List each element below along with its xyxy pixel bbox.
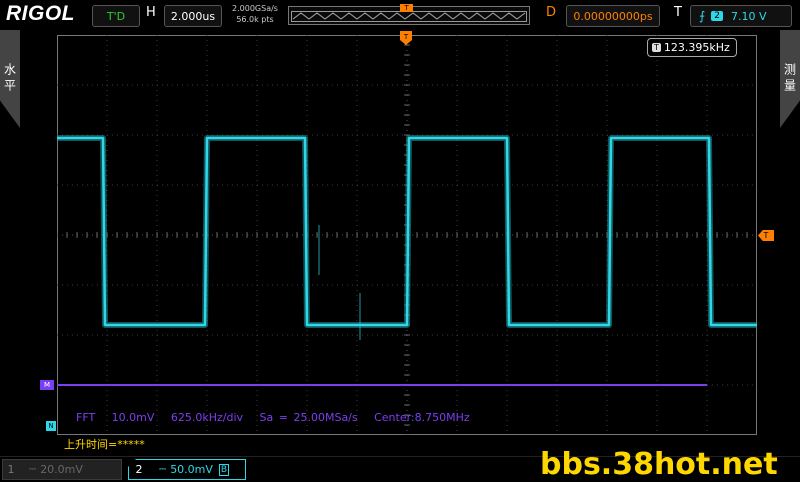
timebase-value[interactable]: 2.000us — [164, 5, 222, 27]
bandwidth-limit-icon: B — [218, 463, 230, 476]
trigger-position-marker[interactable]: T — [400, 31, 412, 45]
memory-trigger-marker: T — [400, 4, 413, 12]
rigol-logo: RIGOL — [6, 2, 75, 25]
channel2-number: 2 — [135, 463, 143, 476]
channel2-tab[interactable]: 2 ⎓ 50.0mV B — [128, 459, 246, 480]
channel1-scale: 20.0mV — [40, 463, 83, 476]
sample-rate: 2.000GSa/s — [232, 4, 278, 13]
frequency-value: 123.395kHz — [663, 41, 730, 54]
frequency-measurement: T 123.395kHz — [647, 38, 737, 57]
top-status-bar: RIGOL T'D H 2.000us 2.000GSa/s 56.0k pts… — [0, 0, 800, 30]
memory-depth: 56.0k pts — [236, 15, 274, 24]
forum-watermark: bbs.38hot.net — [540, 447, 778, 482]
delay-value[interactable]: 0.00000000ps — [566, 5, 660, 27]
measure-menu-tab[interactable]: 测量 — [780, 30, 800, 128]
memory-view-window[interactable] — [291, 11, 527, 22]
horizontal-menu-tab[interactable]: 水平 — [0, 30, 20, 128]
dc-coupling-icon: ⎓ — [159, 464, 167, 475]
memory-overview-strip[interactable]: T — [288, 4, 530, 25]
channel-offset-marker[interactable]: N — [46, 421, 56, 431]
fft-math-info: FFT 10.0mV 625.0kHz/div Sa = 25.00MSa/s … — [76, 411, 470, 424]
acquisition-info: 2.000GSa/s 56.0k pts — [228, 3, 282, 25]
math-channel-marker[interactable]: M — [40, 380, 54, 390]
channel2-scale: 50.0mV — [170, 463, 213, 476]
channel1-tab[interactable]: 1 ⎓ 20.0mV — [2, 459, 122, 480]
trigger-label: T — [674, 5, 682, 20]
channel1-number: 1 — [7, 463, 15, 476]
waveform-display-grid — [57, 35, 757, 435]
measurement-icon: T — [652, 43, 661, 52]
horizontal-label: H — [146, 5, 156, 20]
svg-text:T: T — [403, 33, 409, 41]
trigger-level-marker[interactable]: T — [758, 230, 774, 241]
rise-time-readout: 上升时间=***** — [64, 438, 145, 451]
delay-label: D — [546, 5, 557, 20]
run-state-button[interactable]: T'D — [92, 5, 140, 27]
trigger-settings[interactable]: ⨍ 2 7.10 V — [690, 5, 792, 27]
rising-edge-icon: ⨍ — [699, 9, 706, 23]
trigger-level-value: 7.10 V — [731, 9, 767, 23]
trigger-source-badge: 2 — [711, 11, 723, 21]
dc-coupling-icon: ⎓ — [29, 464, 37, 475]
